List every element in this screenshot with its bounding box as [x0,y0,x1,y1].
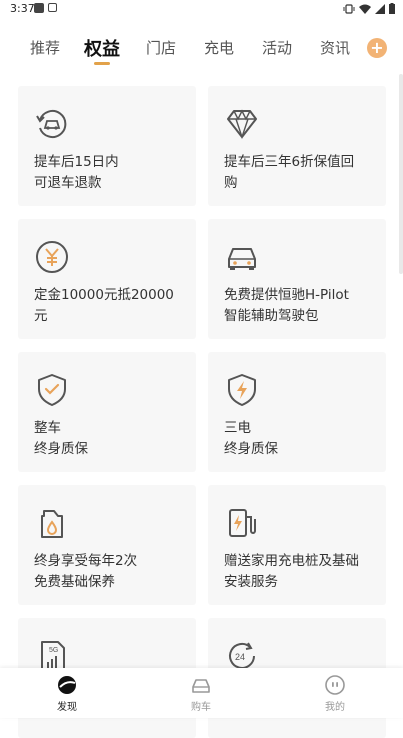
benefit-card-line2: 购 [224,175,238,191]
vibrate-icon [343,3,355,14]
profile-icon [325,675,345,695]
24h-label: 24 [235,652,245,662]
benefit-card-vehicle-warranty[interactable]: 整车 终身质保 [18,352,196,472]
nav-buy-car[interactable]: 购车 [171,674,231,713]
status-right-icons [343,3,395,14]
car-outline-icon [192,679,210,693]
notification-outline-icon [48,3,57,12]
benefit-card-maintenance[interactable]: 终身享受每年2次 免费基础保养 [18,485,196,605]
benefit-card-line1: 整车 [34,420,61,436]
benefit-card-line2: 智能辅助驾驶包 [224,308,319,324]
benefit-card-line2: 元 [34,308,48,324]
nav-mine-label: 我的 [325,702,345,713]
benefit-card-buyback[interactable]: 提车后三年6折保值回 购 [208,86,386,206]
status-time: 3:37 [10,2,35,15]
charger-icon [229,509,256,537]
wifi-icon [359,4,371,14]
benefit-card-deposit[interactable]: 定金10000元抵20000 元 [18,219,196,339]
benefit-card-line2: 安装服务 [224,574,278,590]
benefit-card-refund[interactable]: 提车后15日内 可退车退款 [18,86,196,206]
tab-benefits[interactable]: 权益 [84,35,120,61]
tab-events[interactable]: 活动 [262,37,292,58]
category-tabs: 推荐 权益 门店 充电 活动 资讯 [0,28,403,74]
sim-5g-label: 5G [49,647,58,654]
active-tab-indicator [94,62,110,65]
benefit-card-line1: 赠送家用充电桩及基础 [224,553,359,569]
benefit-card-line2: 终身质保 [224,441,278,457]
benefit-card-line1: 定金10000元抵20000 [34,287,174,303]
benefit-card-line1: 提车后15日内 [34,154,119,170]
oil-can-icon [41,510,63,538]
diamond-icon [227,109,257,140]
status-bar: 3:37 [0,0,403,18]
benefit-card-home-charger[interactable]: 赠送家用充电桩及基础 安装服务 [208,485,386,605]
status-notification-icons [34,3,57,13]
discover-icon [58,676,76,694]
yuan-coin-icon [36,241,68,273]
signal-icon [375,3,385,14]
tab-news[interactable]: 资讯 [320,37,350,58]
shield-check-icon [38,374,66,406]
benefit-card-battery-warranty[interactable]: 三电 终身质保 [208,352,386,472]
tab-recommend[interactable]: 推荐 [30,37,60,58]
refund-car-icon [36,110,67,138]
nav-buy-car-label: 购车 [191,702,211,713]
benefit-card-line1: 提车后三年6折保值回 [224,154,355,170]
nav-discover[interactable]: 发现 [37,674,97,713]
benefit-card-line1: 三电 [224,420,251,436]
scrollbar[interactable] [399,74,403,274]
benefit-card-line2: 免费基础保养 [34,574,115,590]
add-tab-button[interactable]: + [367,38,387,58]
benefit-card-line2: 终身质保 [34,441,88,457]
car-icon [228,248,256,270]
bottom-nav: 发现 购车 我的 [0,668,403,718]
benefit-card-line1: 免费提供恒驰H-Pilot [224,287,349,303]
nav-mine[interactable]: 我的 [305,674,365,713]
nav-discover-label: 发现 [57,702,77,713]
tab-stores[interactable]: 门店 [146,37,176,58]
battery-icon [389,3,395,14]
tab-charging[interactable]: 充电 [204,37,234,58]
benefit-card-line1: 终身享受每年2次 [34,553,138,569]
benefit-card-line2: 可退车退款 [34,175,102,191]
notification-icon [34,3,44,13]
benefit-card-hpilot[interactable]: 免费提供恒驰H-Pilot 智能辅助驾驶包 [208,219,386,339]
shield-bolt-icon [228,374,256,406]
